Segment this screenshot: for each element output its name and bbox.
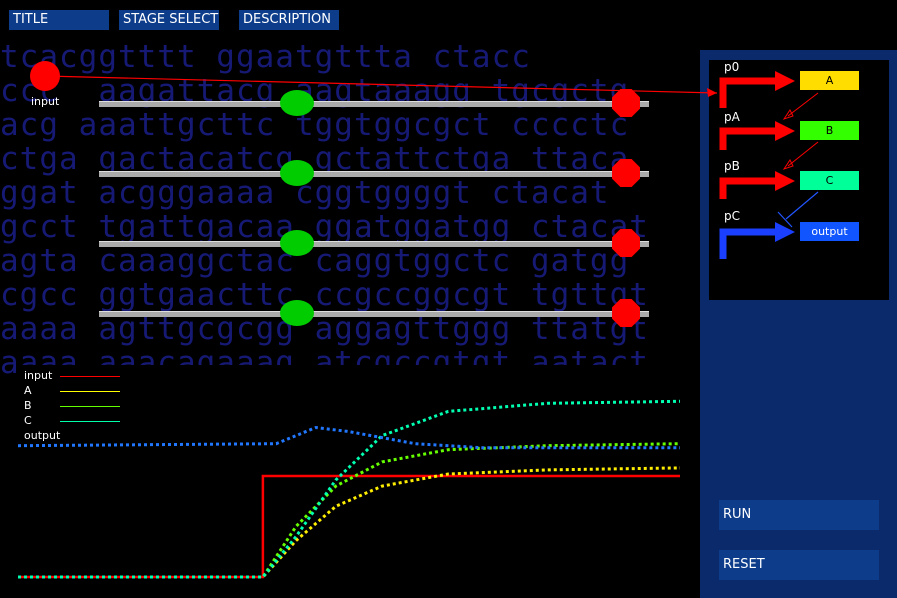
- reset-button[interactable]: RESET: [719, 550, 879, 580]
- promoter-p0-icon: [719, 71, 795, 108]
- run-button[interactable]: RUN: [719, 500, 879, 530]
- gene-c-box: C: [800, 171, 859, 190]
- a-activates-pA-arrow: [787, 92, 819, 117]
- promoter-pB-icon: [719, 171, 795, 199]
- gene-b-box: B: [800, 121, 859, 140]
- input-connector-line: [44, 75, 718, 94]
- input-connector-arrowhead: [707, 88, 717, 97]
- c-represses-pC-bar: [785, 191, 819, 220]
- promoter-label-pB: pB: [724, 159, 740, 173]
- b-activates-pB-arrow: [787, 141, 819, 167]
- gene-a-box: A: [800, 71, 859, 90]
- promoter-pC-icon: [719, 222, 795, 259]
- promoter-pA-icon: [719, 121, 795, 150]
- promoter-label-pA: pA: [724, 110, 740, 124]
- gene-output-box: output: [800, 222, 859, 241]
- promoter-label-pC: pC: [724, 209, 740, 223]
- promoter-label-p0: p0: [724, 60, 740, 74]
